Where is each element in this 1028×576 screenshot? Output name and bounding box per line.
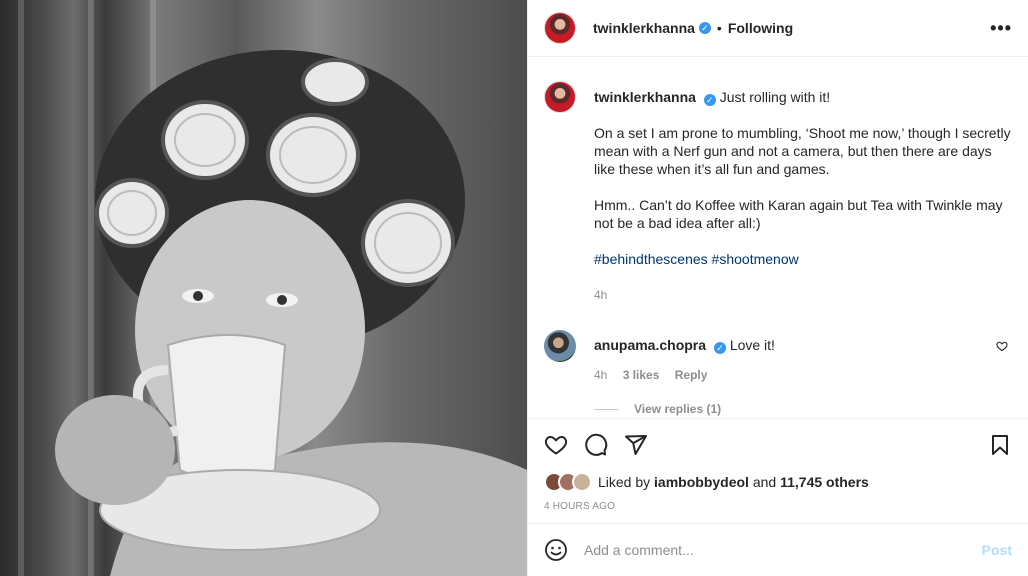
avatar[interactable]	[544, 81, 576, 113]
add-comment-bar: Post	[528, 523, 1028, 576]
divider	[594, 408, 618, 410]
comment-input[interactable]	[584, 542, 982, 558]
photo-illustration	[55, 50, 527, 576]
view-replies-label: View replies (1)	[634, 402, 722, 416]
post-modal: twinklerkhanna ✓ • Following ••• twinkle…	[0, 0, 1028, 576]
likes-others-count[interactable]: 11,745 others	[780, 474, 869, 490]
likes-prefix: Liked by	[598, 474, 651, 490]
hashtag-link[interactable]: #behindthescenes	[594, 251, 708, 267]
caption-paragraph: On a set I am prone to mumbling, ‘Shoot …	[594, 125, 1011, 177]
avatar[interactable]	[544, 12, 576, 44]
action-icons	[544, 419, 1012, 471]
comment-likes[interactable]: 3 likes	[623, 368, 660, 382]
post-header: twinklerkhanna ✓ • Following •••	[528, 0, 1028, 57]
likes-and: and	[752, 474, 777, 490]
reply-button[interactable]: Reply	[675, 368, 708, 382]
action-bar: Liked by iambobbydeol and 11,745 others …	[528, 418, 1028, 523]
heart-icon[interactable]	[544, 433, 568, 457]
caption-time[interactable]: 4h	[594, 286, 1012, 304]
likes-text: Liked by iambobbydeol and 11,745 others	[598, 474, 869, 490]
comment-meta: 4h 3 likes Reply	[594, 368, 775, 382]
verified-badge-icon: ✓	[713, 342, 726, 354]
paper-plane-icon[interactable]	[624, 433, 648, 457]
post-button[interactable]: Post	[982, 542, 1012, 558]
verified-badge-icon: ✓	[698, 22, 711, 34]
author-username[interactable]: twinklerkhanna	[593, 20, 695, 36]
caption-paragraph: Hmm.. Can’t do Koffee with Karan again b…	[594, 197, 1003, 231]
comments-section: twinklerkhanna ✓ Just rolling with it! O…	[528, 57, 1028, 418]
view-replies-button[interactable]: View replies (1)	[594, 402, 1012, 416]
caption-body: twinklerkhanna ✓ Just rolling with it! O…	[594, 81, 1012, 304]
liker-username[interactable]: iambobbydeol	[654, 474, 749, 490]
comment-icon[interactable]	[584, 433, 608, 457]
hashtag-link[interactable]: #shootmenow	[712, 251, 799, 267]
verified-badge-icon: ✓	[703, 94, 716, 106]
post-sidebar: twinklerkhanna ✓ • Following ••• twinkle…	[527, 0, 1028, 576]
comment-text: Love it!	[729, 337, 775, 353]
post-photo[interactable]	[0, 0, 527, 576]
emoji-icon[interactable]	[544, 538, 568, 562]
caption-first-line: Just rolling with it!	[719, 89, 831, 105]
likes-row: Liked by iambobbydeol and 11,745 others	[544, 471, 1012, 493]
comment-body: anupama.chopra ✓ Love it! 4h 3 likes Rep…	[594, 330, 775, 382]
comment-username[interactable]: anupama.chopra	[594, 337, 706, 353]
hashtags: #behindthescenes #shootmenow	[594, 250, 1012, 268]
following-button[interactable]: Following	[728, 20, 793, 36]
caption-username[interactable]: twinklerkhanna	[594, 89, 696, 105]
caption: twinklerkhanna ✓ Just rolling with it! O…	[544, 81, 1012, 304]
post-timestamp[interactable]: 4 HOURS AGO	[544, 501, 1012, 523]
avatar[interactable]	[544, 330, 576, 362]
separator-dot: •	[716, 20, 722, 36]
comment: anupama.chopra ✓ Love it! 4h 3 likes Rep…	[544, 330, 1012, 382]
bookmark-icon[interactable]	[988, 433, 1012, 457]
liker-avatar	[572, 472, 592, 492]
comment-time[interactable]: 4h	[594, 368, 607, 382]
comment-heart-icon[interactable]	[996, 340, 1008, 352]
more-options-icon[interactable]: •••	[990, 18, 1012, 39]
